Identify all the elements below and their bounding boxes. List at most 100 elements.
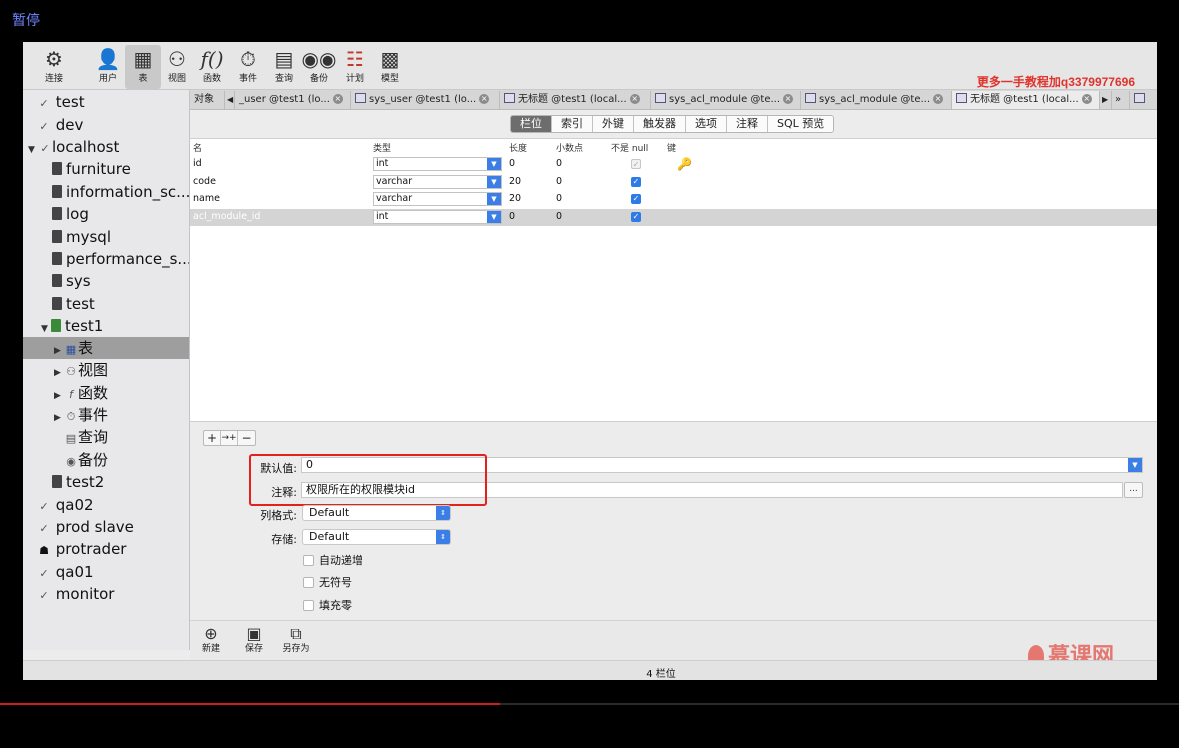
close-icon[interactable]: × (933, 94, 944, 104)
column-header-name[interactable]: 名 (193, 141, 202, 154)
tab-untitled-1[interactable]: 无标题 @test1 (local... × (500, 91, 651, 109)
field-type-select[interactable]: varchar ▼ (373, 192, 502, 206)
sidebar-item-qa01[interactable]: ✓ qa01 (23, 561, 189, 583)
field-name-cell[interactable]: id (193, 158, 202, 169)
tab-overflow-button[interactable]: » (1112, 91, 1130, 109)
segment-comment[interactable]: 注释 (727, 116, 768, 132)
storage-select[interactable]: Default ⇕ (302, 529, 451, 545)
checkbox-box[interactable] (303, 600, 314, 611)
delete-field-button[interactable]: − (238, 431, 255, 445)
insert-field-button[interactable]: →+ (221, 431, 238, 445)
comment-expand-button[interactable]: ... (1124, 482, 1143, 498)
sidebar-item-test-db[interactable]: test (23, 293, 189, 315)
sidebar-item-monitor[interactable]: ✓ monitor (23, 583, 189, 605)
tab-user-test1[interactable]: _user @test1 (lo... × (235, 91, 351, 109)
column-header-not-null[interactable]: 不是 null (611, 141, 648, 154)
checkbox-box[interactable] (303, 577, 314, 588)
field-decimals-cell[interactable]: 0 (556, 193, 562, 204)
save-button[interactable]: ▣ 保存 (236, 625, 272, 655)
column-header-length[interactable]: 长度 (509, 141, 527, 154)
segment-sql-preview[interactable]: SQL 预览 (768, 116, 834, 132)
toolbar-event-button[interactable]: ⏱ 事件 (230, 45, 266, 89)
toolbar-model-button[interactable]: ▩ 模型 (372, 45, 408, 89)
sidebar-item-performance-schema[interactable]: performance_s... (23, 248, 189, 270)
toolbar-backup-button[interactable]: ◉◉ 备份 (301, 45, 337, 89)
tab-sys-acl-module-1[interactable]: sys_acl_module @te... × (651, 91, 801, 109)
field-type-select[interactable]: int ▼ (373, 157, 502, 171)
sidebar-item-prod-slave[interactable]: ✓ prod slave (23, 516, 189, 538)
sidebar-item-views[interactable]: ▶ ⚇ 视图 (23, 359, 189, 381)
column-format-select[interactable]: Default ⇕ (302, 505, 451, 521)
sidebar-item-furniture[interactable]: furniture (23, 158, 189, 180)
sidebar-item-test1[interactable]: ▼ test1 (23, 315, 189, 337)
unsigned-checkbox[interactable]: 无符号 (303, 576, 352, 590)
sidebar-item-log[interactable]: log (23, 203, 189, 225)
field-decimals-cell[interactable]: 0 (556, 158, 562, 169)
save-as-button[interactable]: ⧉ 另存为 (278, 625, 314, 655)
sidebar-item-information-schema[interactable]: information_sc... (23, 181, 189, 203)
segment-triggers[interactable]: 触发器 (634, 116, 686, 132)
table-row[interactable]: name varchar ▼ 20 0 ✓ (190, 191, 1157, 208)
sidebar-item-mysql[interactable]: mysql (23, 226, 189, 248)
column-header-type[interactable]: 类型 (373, 141, 391, 154)
auto-increment-checkbox[interactable]: 自动递增 (303, 554, 363, 568)
column-header-decimals[interactable]: 小数点 (556, 141, 583, 154)
tab-sys-acl-module-2[interactable]: sys_acl_module @te... × (801, 91, 952, 109)
field-type-select[interactable]: varchar ▼ (373, 175, 502, 189)
sidebar-item-sys[interactable]: sys (23, 270, 189, 292)
table-row[interactable]: code varchar ▼ 20 0 ✓ (190, 174, 1157, 191)
close-icon[interactable]: × (783, 94, 794, 104)
pause-label[interactable]: 暂停 (12, 10, 40, 30)
tab-sys-user-test1[interactable]: sys_user @test1 (lo... × (351, 91, 500, 109)
field-name-cell[interactable]: name (193, 193, 220, 204)
tab-untitled-active[interactable]: 无标题 @test1 (local... × (952, 91, 1100, 109)
field-length-cell[interactable]: 20 (509, 176, 521, 187)
checkbox-box[interactable] (303, 555, 314, 566)
zerofill-checkbox[interactable]: 填充零 (303, 599, 352, 613)
tab-scroll-left-button[interactable]: ◀ (225, 91, 235, 109)
tab-scroll-right-button[interactable]: ▶ (1100, 91, 1112, 109)
sidebar-item-test2[interactable]: test2 (23, 471, 189, 493)
field-name-cell[interactable]: acl_module_id (193, 211, 260, 222)
sidebar-item-queries[interactable]: ▤ 查询 (23, 426, 189, 448)
sidebar-item-protrader[interactable]: ☗ protrader (23, 538, 189, 560)
not-null-checkbox[interactable]: ✓ (631, 177, 641, 187)
sidebar-item-backups[interactable]: ◉ 备份 (23, 449, 189, 471)
segment-indexes[interactable]: 索引 (552, 116, 593, 132)
not-null-checkbox[interactable]: ✓ (631, 159, 641, 169)
toolbar-table-button[interactable]: ▦ 表 (125, 45, 161, 89)
field-length-cell[interactable]: 0 (509, 211, 515, 222)
table-row-selected[interactable]: acl_module_id int ▼ 0 0 ✓ (190, 209, 1157, 226)
toolbar-connect-button[interactable]: ⚙ 连接 (36, 45, 72, 89)
toolbar-function-button[interactable]: f() 函数 (194, 45, 230, 89)
field-decimals-cell[interactable]: 0 (556, 211, 562, 222)
segment-fields[interactable]: 栏位 (511, 116, 552, 132)
toolbar-query-button[interactable]: ▤ 查询 (266, 45, 302, 89)
tab-objects[interactable]: 对象 (190, 91, 225, 109)
segment-foreign-keys[interactable]: 外键 (593, 116, 634, 132)
toolbar-user-button[interactable]: 👤 用户 (90, 45, 126, 89)
field-length-cell[interactable]: 20 (509, 193, 521, 204)
add-field-button[interactable]: + (204, 431, 221, 445)
not-null-checkbox[interactable]: ✓ (631, 194, 641, 204)
primary-key-icon[interactable]: 🔑 (677, 157, 692, 171)
toolbar-schedule-button[interactable]: ☷ 计划 (337, 45, 373, 89)
sidebar-item-test[interactable]: ✓ test (23, 91, 189, 113)
close-icon[interactable]: × (629, 94, 640, 104)
column-header-key[interactable]: 键 (667, 141, 676, 154)
sidebar-item-events[interactable]: ▶ ⏱ 事件 (23, 404, 189, 426)
new-button[interactable]: ⊕ 新建 (193, 625, 229, 655)
field-decimals-cell[interactable]: 0 (556, 176, 562, 187)
sidebar-item-functions[interactable]: ▶ f 函数 (23, 382, 189, 404)
tab-info-button[interactable] (1130, 91, 1154, 109)
sidebar-item-tables[interactable]: ▶ ▦ 表 (23, 337, 189, 359)
field-name-cell[interactable]: code (193, 176, 216, 187)
chevron-down-icon[interactable]: ▼ (1128, 458, 1142, 472)
field-type-select[interactable]: int ▼ (373, 210, 502, 224)
segment-options[interactable]: 选项 (686, 116, 727, 132)
sidebar-item-qa02[interactable]: ✓ qa02 (23, 494, 189, 516)
table-row[interactable]: id int ▼ 0 0 ✓ 🔑 (190, 156, 1157, 173)
video-progress-bar[interactable] (0, 703, 1179, 705)
sidebar-item-localhost[interactable]: ▼ ✓ localhost (23, 136, 189, 158)
field-length-cell[interactable]: 0 (509, 158, 515, 169)
